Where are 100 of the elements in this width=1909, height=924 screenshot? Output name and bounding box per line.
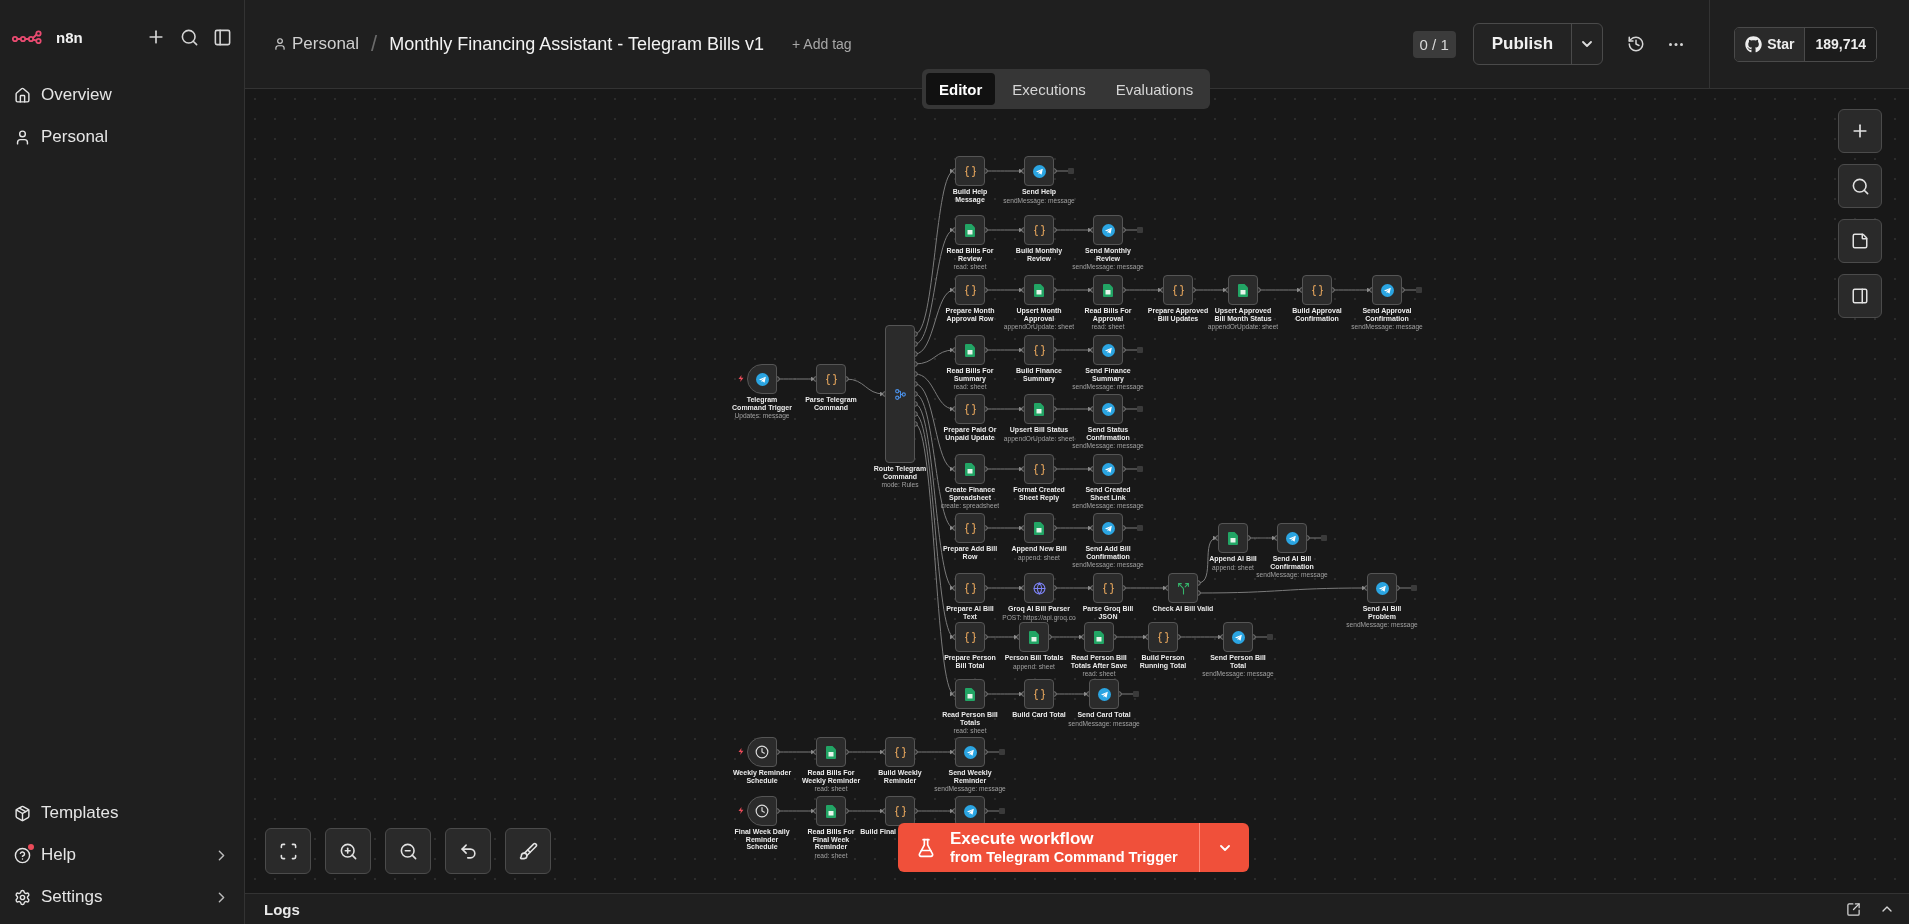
workflow-node[interactable] bbox=[1084, 622, 1114, 652]
workflow-node[interactable] bbox=[1093, 513, 1123, 543]
add-node-handle[interactable] bbox=[1308, 535, 1327, 541]
zoom-out-button[interactable] bbox=[385, 828, 431, 874]
workflow-node[interactable] bbox=[1093, 394, 1123, 424]
workflow-node[interactable] bbox=[955, 513, 985, 543]
branch-icon bbox=[893, 387, 907, 401]
workflow-node[interactable] bbox=[955, 275, 985, 305]
workflow-node[interactable] bbox=[955, 454, 985, 484]
zoom-in-icon bbox=[338, 841, 358, 861]
workflow-node[interactable] bbox=[1228, 275, 1258, 305]
workflow-node[interactable] bbox=[1024, 335, 1054, 365]
add-node-handle[interactable] bbox=[1124, 525, 1143, 531]
sidebar-item[interactable]: Personal bbox=[4, 116, 240, 158]
user-icon bbox=[14, 128, 31, 146]
workflow-node[interactable] bbox=[816, 796, 846, 826]
add-node-handle[interactable] bbox=[1124, 466, 1143, 472]
history-button[interactable] bbox=[1627, 35, 1646, 53]
add-node-handle[interactable] bbox=[986, 749, 1005, 755]
add-node-handle[interactable] bbox=[1403, 287, 1422, 293]
github-star-button[interactable]: Star bbox=[1735, 27, 1805, 61]
workflow-node[interactable] bbox=[955, 215, 985, 245]
breadcrumb-link[interactable]: Personal bbox=[273, 34, 360, 54]
sticky-note-button[interactable] bbox=[1838, 219, 1882, 263]
search-button[interactable] bbox=[1838, 164, 1882, 208]
panel-toggle-button[interactable] bbox=[1838, 274, 1882, 318]
workflow-node[interactable] bbox=[885, 325, 915, 463]
workflow-node[interactable] bbox=[816, 737, 846, 767]
add-node-handle[interactable] bbox=[1124, 406, 1143, 412]
workflow-node[interactable] bbox=[1277, 523, 1307, 553]
workflow-node[interactable] bbox=[747, 737, 777, 767]
workflow-node[interactable] bbox=[955, 796, 985, 826]
home-icon bbox=[14, 86, 31, 104]
workflow-node[interactable] bbox=[1024, 679, 1054, 709]
workflow-node[interactable] bbox=[816, 364, 846, 394]
add-node-handle[interactable] bbox=[1120, 691, 1139, 697]
sidebar-toggle-button[interactable] bbox=[213, 27, 232, 47]
workflow-node[interactable] bbox=[955, 156, 985, 186]
workflow-node[interactable] bbox=[885, 737, 915, 767]
workflow-node[interactable] bbox=[955, 679, 985, 709]
add-node-handle[interactable] bbox=[1124, 347, 1143, 353]
box-icon bbox=[14, 804, 31, 822]
add-node-button[interactable] bbox=[1838, 109, 1882, 153]
workflow-node[interactable] bbox=[1367, 573, 1397, 603]
workflow-node[interactable] bbox=[1024, 156, 1054, 186]
workflow-node[interactable] bbox=[1223, 622, 1253, 652]
add-node-handle[interactable] bbox=[1254, 634, 1273, 640]
workflow-node[interactable] bbox=[1024, 454, 1054, 484]
sidebar-item[interactable]: Help bbox=[4, 834, 240, 876]
braces-icon bbox=[824, 372, 838, 386]
undo-button[interactable] bbox=[445, 828, 491, 874]
publish-button[interactable]: Publish bbox=[1473, 24, 1572, 64]
workflow-node[interactable] bbox=[1024, 275, 1054, 305]
workflow-node[interactable] bbox=[955, 394, 985, 424]
workflow-node[interactable] bbox=[1093, 335, 1123, 365]
workflow-node[interactable] bbox=[1024, 573, 1054, 603]
add-node-handle[interactable] bbox=[1055, 168, 1074, 174]
spreadsheet-icon bbox=[1034, 521, 1044, 535]
workflow-node[interactable] bbox=[955, 335, 985, 365]
add-node-handle[interactable] bbox=[1398, 585, 1417, 591]
add-tag-button[interactable]: + Add tag bbox=[786, 35, 858, 53]
tidy-up-button[interactable] bbox=[505, 828, 551, 874]
add-node-handle[interactable] bbox=[1124, 227, 1143, 233]
sidebar-item[interactable]: Settings bbox=[4, 876, 240, 918]
workflow-node[interactable] bbox=[1302, 275, 1332, 305]
fit-view-button[interactable] bbox=[265, 828, 311, 874]
workflow-node[interactable] bbox=[1089, 679, 1119, 709]
search-button[interactable] bbox=[180, 27, 199, 47]
workflow-node[interactable] bbox=[1372, 275, 1402, 305]
pop-out-button[interactable] bbox=[1846, 901, 1861, 917]
workflow-node[interactable] bbox=[1148, 622, 1178, 652]
sticky-note-icon bbox=[1851, 232, 1869, 250]
workflow-node[interactable] bbox=[1093, 454, 1123, 484]
view-tab[interactable]: Executions bbox=[999, 73, 1099, 105]
view-tab[interactable]: Evaluations bbox=[1102, 73, 1207, 105]
workflow-node[interactable] bbox=[1024, 215, 1054, 245]
workflow-node[interactable] bbox=[1093, 275, 1123, 305]
workflow-node[interactable] bbox=[1019, 622, 1049, 652]
paper-plane-icon bbox=[1101, 223, 1115, 237]
workflow-node[interactable] bbox=[955, 737, 985, 767]
more-button[interactable] bbox=[1669, 42, 1684, 46]
workflow-node[interactable] bbox=[1168, 573, 1198, 603]
view-tab[interactable]: Editor bbox=[926, 73, 996, 105]
workflow-title[interactable]: Monthly Financing Assistant - Telegram Bills v1 bbox=[389, 33, 765, 55]
add-node-handle[interactable] bbox=[986, 808, 1005, 814]
workflow-node[interactable] bbox=[1093, 573, 1123, 603]
sidebar-item[interactable]: Overview bbox=[4, 74, 240, 116]
workflow-node[interactable] bbox=[747, 364, 777, 394]
workflow-node[interactable] bbox=[955, 622, 985, 652]
sidebar-item[interactable]: Templates bbox=[4, 792, 240, 834]
workflow-node[interactable] bbox=[1218, 523, 1248, 553]
workflow-node[interactable] bbox=[1024, 513, 1054, 543]
zoom-in-button[interactable] bbox=[325, 828, 371, 874]
workflow-node[interactable] bbox=[747, 796, 777, 826]
workflow-node[interactable] bbox=[1024, 394, 1054, 424]
clock-icon bbox=[755, 804, 769, 818]
workflow-node[interactable] bbox=[955, 573, 985, 603]
workflow-node[interactable] bbox=[1163, 275, 1193, 305]
workflow-node[interactable] bbox=[885, 796, 915, 826]
workflow-node[interactable] bbox=[1093, 215, 1123, 245]
